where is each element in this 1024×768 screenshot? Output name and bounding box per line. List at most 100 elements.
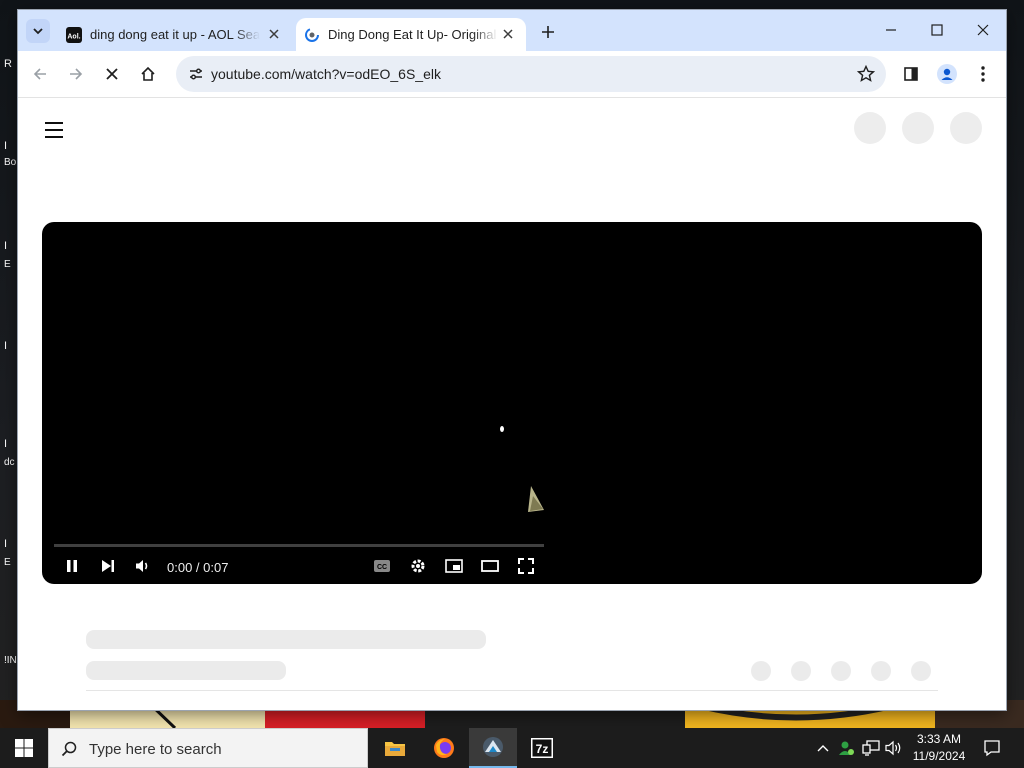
close-icon: [977, 24, 989, 36]
desktop-icon-label[interactable]: dc: [4, 456, 18, 469]
7zip-icon[interactable]: 7z: [518, 728, 566, 768]
closed-captions-icon: CC: [374, 560, 390, 572]
minimize-icon: [886, 29, 896, 31]
search-placeholder: Type here to search: [89, 741, 222, 758]
header-placeholder: [854, 112, 886, 144]
site-settings-icon[interactable]: [184, 62, 208, 86]
browser-window: Aol. ding dong eat it up - AOL Search Di…: [18, 10, 1006, 710]
desktop-icon-label[interactable]: I: [4, 140, 18, 153]
desktop-icon-label[interactable]: !IN: [4, 654, 18, 667]
desktop-icon-label[interactable]: E: [4, 556, 18, 569]
close-tab-icon[interactable]: [500, 26, 516, 42]
file-explorer-icon[interactable]: [371, 728, 419, 768]
show-hidden-icons-icon[interactable]: [813, 738, 833, 758]
desktop-icon-label[interactable]: I: [4, 538, 18, 551]
subtitles-button[interactable]: CC: [368, 554, 396, 578]
aol-icon: Aol.: [66, 26, 82, 43]
volume-icon[interactable]: [884, 738, 904, 758]
maximize-button[interactable]: [914, 10, 960, 50]
taskbar-search-box[interactable]: Type here to search: [48, 728, 368, 768]
fullscreen-button[interactable]: [512, 554, 540, 578]
tab-aol-search[interactable]: Aol. ding dong eat it up - AOL Search: [58, 18, 292, 51]
action-placeholder: [831, 661, 851, 681]
theater-mode-button[interactable]: [476, 554, 504, 578]
profile-icon: [937, 64, 957, 84]
system-clock[interactable]: 3:33 AM 11/9/2024: [908, 731, 970, 765]
user-status-icon[interactable]: [836, 738, 856, 758]
bookmark-star-icon[interactable]: [854, 62, 878, 86]
tab-youtube[interactable]: Ding Dong Eat It Up- Original: [296, 18, 526, 51]
desktop-icon-label[interactable]: E: [4, 258, 18, 271]
youtube-loading-icon: [304, 27, 320, 43]
action-placeholder: [751, 661, 771, 681]
action-placeholder: [911, 661, 931, 681]
start-button[interactable]: [0, 728, 48, 768]
svg-text:Aol.: Aol.: [67, 33, 80, 40]
settings-button[interactable]: [404, 554, 432, 578]
firefox-icon[interactable]: [420, 728, 468, 768]
desktop-icon-label[interactable]: I: [4, 340, 18, 353]
miniplayer-icon: [445, 559, 463, 573]
address-bar[interactable]: youtube.com/watch?v=odEO_6S_elk: [176, 56, 886, 92]
action-placeholder: [791, 661, 811, 681]
tab-search-button[interactable]: [26, 19, 50, 43]
notification-center-icon[interactable]: [980, 736, 1004, 760]
side-panel-icon: [904, 67, 918, 81]
title-placeholder: [86, 630, 486, 649]
action-placeholder: [871, 661, 891, 681]
more-vertical-icon: [981, 66, 985, 82]
new-tab-button[interactable]: [537, 21, 559, 43]
desktop-icon-label[interactable]: I: [4, 240, 18, 253]
clock-date: 11/9/2024: [912, 749, 966, 763]
side-panel-button[interactable]: [897, 60, 925, 88]
hamburger-menu-icon[interactable]: [42, 118, 66, 142]
channel-placeholder: [86, 661, 286, 680]
forward-arrow-icon: [70, 68, 83, 80]
volume-icon: [136, 560, 148, 572]
video-frame-figure: [528, 486, 544, 512]
home-button[interactable]: [134, 60, 162, 88]
back-button[interactable]: [26, 60, 54, 88]
theater-mode-icon: [481, 560, 499, 572]
progress-bar[interactable]: [54, 544, 544, 547]
close-window-button[interactable]: [960, 10, 1006, 50]
tab-title: ding dong eat it up - AOL Search: [90, 27, 260, 42]
mute-button[interactable]: [129, 554, 157, 578]
time-display: 0:00 / 0:07: [167, 560, 229, 575]
forward-button[interactable]: [62, 60, 90, 88]
svg-text:7z: 7z: [536, 742, 549, 756]
network-icon[interactable]: [861, 738, 881, 758]
skip-next-icon: [102, 560, 114, 572]
minimize-button[interactable]: [868, 10, 914, 50]
desktop-icon-label[interactable]: R: [4, 58, 18, 71]
svg-text:CC: CC: [377, 564, 387, 571]
miniplayer-button[interactable]: [440, 554, 468, 578]
browser-toolbar: youtube.com/watch?v=odEO_6S_elk: [18, 51, 1006, 97]
search-icon: [59, 739, 79, 759]
header-placeholder: [950, 112, 982, 144]
video-frame-detail: [500, 426, 504, 432]
web-page: 0:00 / 0:07 CC: [18, 97, 1006, 710]
back-arrow-icon: [33, 68, 46, 80]
section-divider: [86, 690, 938, 691]
pause-icon: [67, 560, 77, 572]
pause-button[interactable]: [58, 554, 86, 578]
browser-menu-button[interactable]: [969, 60, 997, 88]
desktop-icon-label[interactable]: I: [4, 438, 18, 451]
next-button[interactable]: [94, 554, 122, 578]
gear-icon: [411, 559, 425, 573]
header-placeholder: [902, 112, 934, 144]
tab-strip: Aol. ding dong eat it up - AOL Search Di…: [18, 10, 1006, 51]
maximize-icon: [931, 24, 943, 36]
chevron-down-icon: [33, 28, 43, 35]
taskbar: Type here to search 7z 3:33 AM 11/9/2024: [0, 728, 1024, 768]
stop-loading-button[interactable]: [98, 60, 126, 88]
windows-logo-icon: [15, 739, 33, 757]
clock-time: 3:33 AM: [916, 732, 962, 746]
desktop-icon-label[interactable]: Bo: [4, 156, 18, 169]
app-icon[interactable]: [469, 728, 517, 768]
video-player[interactable]: 0:00 / 0:07 CC: [42, 222, 982, 584]
profile-button[interactable]: [933, 60, 961, 88]
close-tab-icon[interactable]: [266, 26, 282, 42]
url-text: youtube.com/watch?v=odEO_6S_elk: [211, 66, 441, 82]
